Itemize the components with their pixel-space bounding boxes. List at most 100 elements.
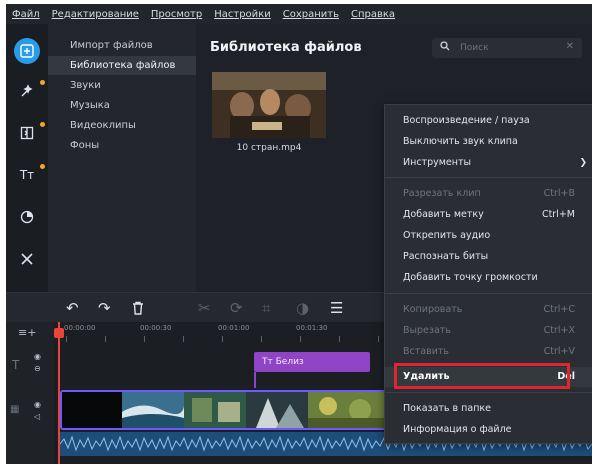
ruler-tick bbox=[144, 336, 145, 342]
menu-divider bbox=[385, 392, 592, 393]
menu-edit[interactable]: Редактирование bbox=[52, 9, 139, 20]
category-backgrounds[interactable]: Фоны bbox=[48, 136, 196, 155]
menubar: Файл Редактирование Просмотр Настройки С… bbox=[6, 4, 592, 24]
scissors-icon[interactable]: ✂ bbox=[198, 298, 211, 318]
menu-item-label: Вырезать bbox=[403, 325, 451, 336]
menu-settings[interactable]: Настройки bbox=[214, 9, 270, 20]
context-menu: Воспроизведение / пауза Выключить звук к… bbox=[384, 104, 592, 444]
menu-shortcut: Ctrl+C bbox=[543, 304, 576, 315]
undo-icon[interactable]: ↶ bbox=[66, 298, 79, 318]
category-library[interactable]: Библиотека файлов bbox=[48, 56, 196, 75]
menu-item-label: Показать в папке bbox=[403, 403, 491, 414]
trash-icon[interactable] bbox=[132, 298, 144, 320]
redo-icon[interactable]: ↷ bbox=[98, 298, 111, 318]
transitions-icon[interactable] bbox=[14, 120, 40, 146]
adjust-icon[interactable]: ☰ bbox=[330, 298, 343, 318]
search-box[interactable]: ✕ bbox=[432, 38, 582, 58]
video-clip[interactable] bbox=[60, 390, 390, 430]
search-input[interactable] bbox=[460, 40, 560, 56]
menu-item-label: Распознать биты bbox=[403, 251, 489, 262]
ruler-tick bbox=[66, 336, 67, 342]
menu-item-label: Открепить аудио bbox=[403, 230, 491, 241]
ruler-label: 00:01:30 bbox=[296, 324, 328, 332]
menu-item-label: Вставить bbox=[403, 346, 450, 357]
visibility-icon[interactable]: ◉ bbox=[34, 352, 41, 361]
menu-paste[interactable]: Вставить Ctrl+V bbox=[385, 342, 592, 362]
search-icon bbox=[440, 41, 450, 54]
menu-shortcut: Ctrl+V bbox=[543, 346, 575, 357]
file-name: 10 стран.mp4 bbox=[236, 143, 302, 153]
menu-help[interactable]: Справка bbox=[351, 9, 395, 20]
menu-file[interactable]: Файл bbox=[12, 9, 40, 20]
menu-item-label: Разрезать клип bbox=[403, 188, 481, 199]
ruler-tick bbox=[183, 336, 184, 342]
menu-cut[interactable]: Вырезать Ctrl+X bbox=[385, 321, 592, 341]
category-video[interactable]: Видеоклипы bbox=[48, 116, 196, 135]
tools-icon[interactable] bbox=[14, 246, 40, 272]
ruler-tick bbox=[261, 336, 262, 342]
title-clip-connector bbox=[254, 372, 256, 388]
category-list: Импорт файлов Библиотека файлов Звуки Му… bbox=[48, 24, 196, 292]
category-sounds[interactable]: Звуки bbox=[48, 76, 196, 95]
title-clip[interactable]: Tт Белиз bbox=[254, 352, 370, 372]
effects-icon[interactable] bbox=[14, 78, 40, 104]
menu-item-label: Информация о файле bbox=[403, 424, 512, 435]
menu-item-label: Воспроизведение / пауза bbox=[403, 115, 530, 126]
titles-icon[interactable]: Tт bbox=[14, 162, 40, 188]
page-title: Библиотека файлов bbox=[210, 40, 362, 55]
menu-item-label: Инструменты bbox=[403, 157, 471, 168]
ruler-tick bbox=[378, 336, 379, 342]
ruler-label: 00:00:00 bbox=[64, 324, 96, 332]
menu-shortcut: Ctrl+X bbox=[543, 325, 575, 336]
import-icon[interactable] bbox=[14, 38, 40, 64]
menu-shortcut: Ctrl+B bbox=[543, 188, 575, 199]
chevron-right-icon: ❯ bbox=[579, 158, 587, 168]
title-track-icon: T bbox=[12, 358, 20, 372]
menu-play-pause[interactable]: Воспроизведение / пауза bbox=[385, 111, 592, 131]
ruler-tick bbox=[105, 336, 106, 342]
close-icon[interactable]: ✕ bbox=[566, 41, 574, 52]
color-icon[interactable]: ◑ bbox=[296, 298, 309, 318]
menu-mute-clip[interactable]: Выключить звук клипа bbox=[385, 132, 592, 152]
menu-add-volume-point[interactable]: Добавить точку громкости bbox=[385, 268, 592, 288]
crop-icon[interactable]: ⌗ bbox=[262, 298, 270, 318]
lock-icon[interactable]: ⊖ bbox=[34, 364, 41, 373]
new-indicator bbox=[40, 122, 45, 127]
menu-tools[interactable]: Инструменты ❯ bbox=[385, 153, 592, 173]
ruler-tick bbox=[300, 336, 301, 342]
rotate-icon[interactable]: ⟳ bbox=[230, 298, 243, 318]
ruler-label: 00:01:00 bbox=[218, 324, 250, 332]
menu-shortcut: Ctrl+M bbox=[541, 209, 575, 220]
menu-show-in-folder[interactable]: Показать в папке bbox=[385, 399, 592, 419]
movavi-editor-window: Файл Редактирование Просмотр Настройки С… bbox=[6, 4, 592, 464]
menu-item-label: Добавить точку громкости bbox=[403, 272, 538, 283]
menu-copy[interactable]: Копировать Ctrl+C bbox=[385, 300, 592, 320]
menu-save[interactable]: Сохранить bbox=[283, 9, 339, 20]
mute-icon[interactable]: ◁ bbox=[34, 412, 40, 421]
menu-add-marker[interactable]: Добавить метку Ctrl+M bbox=[385, 205, 592, 225]
new-indicator bbox=[40, 80, 45, 85]
menu-item-label: Копировать bbox=[403, 304, 463, 315]
ruler-tick bbox=[339, 336, 340, 342]
menu-divider bbox=[385, 293, 592, 294]
ruler-tick bbox=[222, 336, 223, 342]
ruler-label: 00:00:30 bbox=[140, 324, 172, 332]
menu-detect-beats[interactable]: Распознать биты bbox=[385, 247, 592, 267]
video-thumbnail[interactable] bbox=[212, 72, 326, 138]
menu-view[interactable]: Просмотр bbox=[151, 9, 202, 20]
category-music[interactable]: Музыка bbox=[48, 96, 196, 115]
category-import[interactable]: Импорт файлов bbox=[48, 36, 196, 55]
menu-divider bbox=[385, 177, 592, 178]
menu-split-clip[interactable]: Разрезать клип Ctrl+B bbox=[385, 184, 592, 204]
menu-detach-audio[interactable]: Открепить аудио bbox=[385, 226, 592, 246]
visibility-icon[interactable]: ◉ bbox=[34, 400, 41, 409]
new-indicator bbox=[40, 164, 45, 169]
menu-file-info[interactable]: Информация о файле bbox=[385, 420, 592, 440]
add-track-icon[interactable]: ≡+ bbox=[18, 326, 36, 339]
menu-item-label: Добавить метку bbox=[403, 209, 484, 220]
playhead[interactable] bbox=[58, 322, 60, 464]
menu-item-label: Выключить звук клипа bbox=[403, 136, 518, 147]
tool-rail: Tт bbox=[6, 24, 48, 292]
stickers-icon[interactable] bbox=[14, 204, 40, 230]
highlight-frame bbox=[394, 363, 570, 389]
